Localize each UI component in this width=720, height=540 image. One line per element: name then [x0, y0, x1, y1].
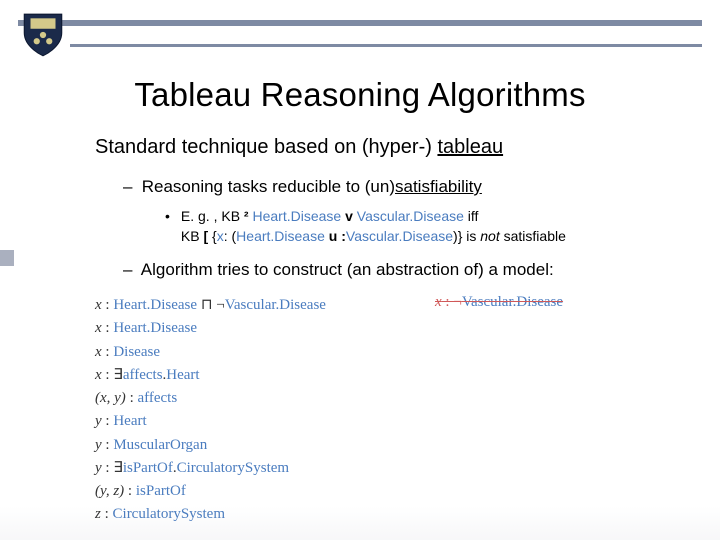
r4-exists: : ∃	[102, 367, 123, 383]
r3-colon: :	[102, 344, 114, 360]
dash-marker: –	[123, 177, 137, 197]
math-row-2: x : Heart.Disease	[95, 317, 680, 340]
slide-title: Tableau Reasoning Algorithms	[0, 76, 720, 114]
r2-colon: :	[102, 320, 114, 336]
r9-yz: (y, z)	[95, 483, 124, 499]
close-text: )} is	[453, 228, 480, 244]
crest-logo	[22, 10, 64, 60]
neg-colon: :	[337, 228, 346, 244]
r7-muscular: MuscularOrgan	[113, 437, 207, 453]
r4-affects: affects	[123, 367, 163, 383]
r1-x: x	[95, 297, 102, 313]
bullet-algorithm-tries: – Algorithm tries to construct (an abstr…	[123, 260, 680, 280]
bullet-dot: •	[165, 207, 177, 227]
r4-x: x	[95, 367, 102, 383]
example-block: • E. g. , KB ² Heart.Disease v Vascular.…	[165, 207, 680, 246]
math-row-4: x : ∃affects.Heart	[95, 364, 680, 387]
r1-vd: Vascular.Disease	[225, 297, 326, 313]
r1-op: ⊓ ¬	[197, 297, 225, 313]
r3-x: x	[95, 344, 102, 360]
var-x: x	[217, 228, 224, 244]
math-row-7: y : MuscularOrgan	[95, 434, 680, 457]
r8-ispartof: isPartOf	[123, 460, 173, 476]
r8-exists: : ∃	[102, 460, 123, 476]
math-row-5: (x, y) : affects	[95, 387, 680, 410]
satisfiability-word: satisfiability	[395, 177, 482, 196]
colon-paren: : (	[224, 228, 236, 244]
slide-body: Standard technique based on (hyper-) tab…	[95, 136, 680, 527]
r5-affects: affects	[137, 390, 177, 406]
rn-x: x	[435, 294, 442, 310]
heart-disease-2: Heart.Disease	[236, 228, 329, 244]
not-word: not	[480, 228, 499, 244]
r7-colon: :	[102, 437, 114, 453]
rn-vd: Vascular.Disease	[462, 294, 563, 310]
kb2: KB	[181, 228, 204, 244]
header-thick-line	[18, 20, 702, 26]
r3-dis: Disease	[113, 344, 160, 360]
heart-disease-1: Heart.Disease	[249, 208, 345, 224]
tableau-derivation: x : ¬Vascular.Disease x : Heart.Disease …	[95, 294, 680, 527]
ex-lead: E. g. , KB	[181, 208, 244, 224]
r9-ispartof: isPartOf	[136, 483, 186, 499]
r5-colon: :	[126, 390, 138, 406]
r7-y: y	[95, 437, 102, 453]
math-row-1: x : Heart.Disease ⊓ ¬Vascular.Disease	[95, 294, 680, 317]
header-thin-line	[70, 44, 702, 47]
subsumes-v: v	[345, 208, 353, 224]
vascular-disease-1: Vascular.Disease	[353, 208, 468, 224]
vascular-disease-2: Vascular.Disease	[346, 228, 453, 244]
line2-text: Reasoning tasks reducible to (un)	[142, 177, 395, 196]
r1-colon: :	[102, 297, 114, 313]
math-row-6: y : Heart	[95, 410, 680, 433]
tableau-word: tableau	[437, 136, 503, 158]
satisfiable-word: satisfiable	[500, 228, 566, 244]
crossed-out-branch: x : ¬Vascular.Disease	[435, 294, 563, 311]
rn-colon: : ¬	[442, 294, 462, 310]
dash-marker-2: –	[123, 260, 137, 280]
footer-skyline	[0, 506, 720, 540]
math-row-3: x : Disease	[95, 341, 680, 364]
r2-hd: Heart.Disease	[113, 320, 197, 336]
r5-xy: (x, y)	[95, 390, 126, 406]
r1-hd: Heart.Disease	[113, 297, 197, 313]
r8-y: y	[95, 460, 102, 476]
side-tab	[0, 250, 14, 266]
r6-y: y	[95, 413, 102, 429]
line3-text: Algorithm tries to construct (an abstrac…	[141, 260, 554, 279]
line1-text: Standard technique based on (hyper-)	[95, 136, 437, 158]
math-row-9: (y, z) : isPartOf	[95, 480, 680, 503]
math-row-8: y : ∃isPartOf.CirculatorySystem	[95, 457, 680, 480]
r9-colon: :	[124, 483, 136, 499]
brace-open: {	[208, 228, 217, 244]
r6-colon: :	[102, 413, 114, 429]
r4-heart: Heart	[166, 367, 199, 383]
line-standard-technique: Standard technique based on (hyper-) tab…	[95, 136, 680, 159]
math-lines: x : Heart.Disease ⊓ ¬Vascular.Disease x …	[95, 294, 680, 527]
r6-heart: Heart	[113, 413, 146, 429]
r8-circ: CirculatorySystem	[177, 460, 290, 476]
iff-word: iff	[468, 208, 479, 224]
r2-x: x	[95, 320, 102, 336]
bullet-reasoning-tasks: – Reasoning tasks reducible to (un)satis…	[123, 177, 680, 197]
